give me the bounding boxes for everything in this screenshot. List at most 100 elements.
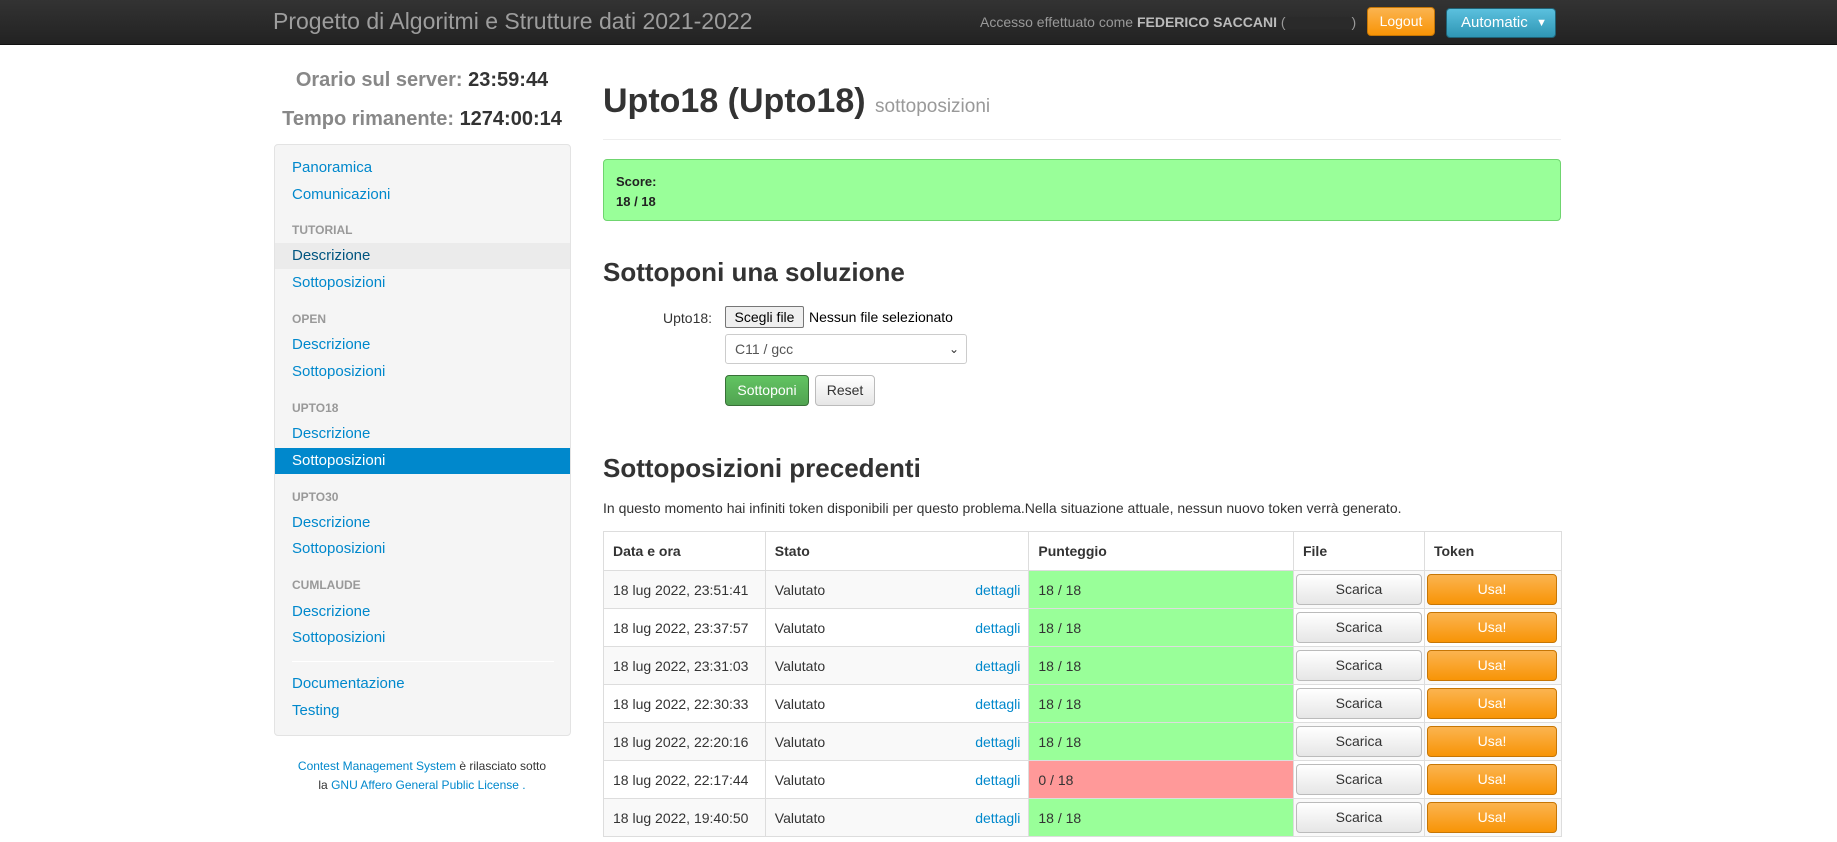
gpl-link-dot: . xyxy=(522,778,526,792)
column-status: Stato xyxy=(764,531,1030,571)
use-token-button[interactable]: Usa! xyxy=(1426,574,1557,605)
logout-button[interactable]: Logout xyxy=(1367,7,1435,36)
submission-score: 0 / 18 xyxy=(1028,760,1294,799)
use-token-button[interactable]: Usa! xyxy=(1426,726,1557,757)
submission-date: 18 lug 2022, 23:37:57 xyxy=(603,608,766,647)
license-la: la xyxy=(318,778,328,792)
sidebar-item-upto30-description[interactable]: Descrizione xyxy=(275,510,570,536)
status-text: Valutato xyxy=(774,695,826,712)
details-link[interactable]: dettagli xyxy=(975,658,1020,674)
sidebar-item-cumlaude-description[interactable]: Descrizione xyxy=(275,599,570,625)
sidebar-divider xyxy=(292,661,554,662)
score-value: 18 / 18 xyxy=(616,194,656,209)
sidebar-item-tutorial-description[interactable]: Descrizione xyxy=(275,243,570,269)
file-status: Nessun file selezionato xyxy=(809,309,953,325)
table-row: 18 lug 2022, 23:37:57 Valutato dettagli 18 … xyxy=(603,608,1563,647)
page-subtitle: sottoposizioni xyxy=(875,96,991,117)
language-select-label: Automatic xyxy=(1461,14,1528,31)
previous-submissions-heading: Sottoposizioni precedenti xyxy=(603,453,921,483)
page-title: Upto18 (Upto18) sottoposizioni xyxy=(603,82,990,121)
column-file: File xyxy=(1292,531,1425,571)
details-link[interactable]: dettagli xyxy=(975,772,1020,788)
sidebar-item-documentation[interactable]: Documentazione xyxy=(275,671,570,697)
sidebar-item-open-submissions[interactable]: Sottoposizioni xyxy=(275,359,570,385)
reset-button[interactable]: Reset xyxy=(815,375,875,406)
submission-date: 18 lug 2022, 23:51:41 xyxy=(603,570,766,609)
score-summary: Score: 18 / 18 xyxy=(603,159,1561,221)
language-select-value: C11 / gcc xyxy=(735,341,794,357)
sidebar-item-upto18-submissions[interactable]: Sottoposizioni xyxy=(275,448,570,474)
download-button[interactable]: Scarica xyxy=(1295,764,1422,795)
download-button[interactable]: Scarica xyxy=(1295,574,1422,605)
remaining-time: Tempo rimanente: 1274:00:14 xyxy=(274,108,570,131)
sidebar-item-overview[interactable]: Panoramica xyxy=(275,155,570,181)
status-text: Valutato xyxy=(774,619,826,636)
use-token-button[interactable]: Usa! xyxy=(1426,802,1557,833)
download-button[interactable]: Scarica xyxy=(1295,726,1422,757)
file-cell: Scarica xyxy=(1292,798,1425,837)
gpl-link[interactable]: GNU Affero General Public License xyxy=(331,778,519,792)
token-cell: Usa! xyxy=(1423,684,1563,723)
status-text: Valutato xyxy=(774,657,826,674)
use-token-button[interactable]: Usa! xyxy=(1426,688,1557,719)
submission-score: 18 / 18 xyxy=(1028,684,1294,723)
table-row: 18 lug 2022, 22:17:44 Valutato dettagli 0 /… xyxy=(603,760,1563,799)
brand-title[interactable]: Progetto di Algoritmi e Strutture dati 2… xyxy=(273,8,752,35)
login-prefix: Accesso effettuato come xyxy=(980,14,1134,30)
sidebar-header-cumlaude: CUMLAUDE xyxy=(292,578,361,592)
choose-file-button[interactable]: Scegli file xyxy=(725,306,804,328)
table-row: 18 lug 2022, 23:51:41 Valutato dettagli 18 … xyxy=(603,570,1563,609)
cms-link[interactable]: Contest Management System xyxy=(298,759,456,773)
sidebar-item-tutorial-submissions[interactable]: Sottoposizioni xyxy=(275,270,570,296)
submissions-table: Data e ora Stato Punteggio File Token 18… xyxy=(603,531,1563,837)
download-button[interactable]: Scarica xyxy=(1295,612,1422,643)
user-name: FEDERICO SACCANI xyxy=(1136,14,1277,30)
details-link[interactable]: dettagli xyxy=(975,582,1020,598)
sidebar-item-testing[interactable]: Testing xyxy=(275,698,570,724)
token-info: In questo momento hai infiniti token dis… xyxy=(603,500,1402,516)
use-token-button[interactable]: Usa! xyxy=(1426,650,1557,681)
download-button[interactable]: Scarica xyxy=(1295,650,1422,681)
license-footer: Contest Management System è rilasciato s… xyxy=(274,757,570,795)
submission-score: 18 / 18 xyxy=(1028,722,1294,761)
details-link[interactable]: dettagli xyxy=(975,620,1020,636)
file-cell: Scarica xyxy=(1292,684,1425,723)
chevron-down-icon: ▼ xyxy=(1536,17,1547,29)
submission-score: 18 / 18 xyxy=(1028,608,1294,647)
submission-status: Valutato dettagli xyxy=(764,760,1030,799)
download-button[interactable]: Scarica xyxy=(1295,688,1422,719)
token-cell: Usa! xyxy=(1423,798,1563,837)
details-link[interactable]: dettagli xyxy=(975,696,1020,712)
language-select[interactable]: C11 / gcc ⌄ xyxy=(725,334,967,364)
sidebar-item-cumlaude-submissions[interactable]: Sottoposizioni xyxy=(275,625,570,651)
sidebar-item-upto18-description[interactable]: Descrizione xyxy=(275,421,570,447)
use-token-button[interactable]: Usa! xyxy=(1426,764,1557,795)
sidebar-item-upto30-submissions[interactable]: Sottoposizioni xyxy=(275,536,570,562)
redacted-username xyxy=(1285,17,1352,30)
download-button[interactable]: Scarica xyxy=(1295,802,1422,833)
table-row: 18 lug 2022, 19:40:50 Valutato dettagli 18 … xyxy=(603,798,1563,837)
sidebar-item-communications[interactable]: Comunicazioni xyxy=(275,182,570,208)
details-link[interactable]: dettagli xyxy=(975,734,1020,750)
sidebar-item-open-description[interactable]: Descrizione xyxy=(275,332,570,358)
submit-button[interactable]: Sottoponi xyxy=(725,375,809,406)
status-text: Valutato xyxy=(774,581,826,598)
token-cell: Usa! xyxy=(1423,646,1563,685)
page-title-text: Upto18 (Upto18) xyxy=(603,82,866,120)
license-text: è rilasciato sotto xyxy=(459,759,547,773)
submission-score: 18 / 18 xyxy=(1028,570,1294,609)
language-select-button[interactable]: Automatic ▼ xyxy=(1446,8,1556,38)
file-cell: Scarica xyxy=(1292,608,1425,647)
server-time-value: 23:59:44 xyxy=(468,69,549,91)
submission-score: 18 / 18 xyxy=(1028,798,1294,837)
sidebar-header-upto18: UPTO18 xyxy=(292,401,339,415)
token-cell: Usa! xyxy=(1423,722,1563,761)
submission-date: 18 lug 2022, 23:31:03 xyxy=(603,646,766,685)
remaining-time-value: 1274:00:14 xyxy=(459,108,562,130)
submission-status: Valutato dettagli xyxy=(764,608,1030,647)
use-token-button[interactable]: Usa! xyxy=(1426,612,1557,643)
title-divider xyxy=(603,139,1561,140)
submission-status: Valutato dettagli xyxy=(764,684,1030,723)
sidebar-header-upto30: UPTO30 xyxy=(292,490,339,504)
details-link[interactable]: dettagli xyxy=(975,810,1020,826)
